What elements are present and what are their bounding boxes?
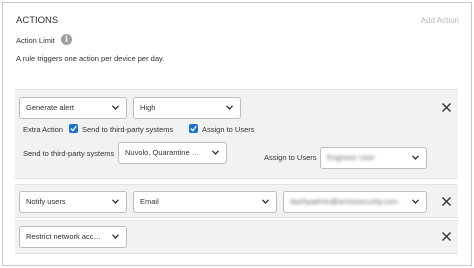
info-icon[interactable]: i: [61, 34, 72, 45]
checkmark-icon: [70, 125, 77, 132]
action-type-value: Generate alert: [26, 103, 74, 112]
add-action-link[interactable]: Add Action: [421, 16, 459, 25]
chevron-down-icon: [112, 199, 119, 204]
chevron-down-icon: [226, 105, 233, 110]
third-party-field-label: Send to third-party systems: [23, 149, 115, 158]
close-icon[interactable]: [441, 196, 452, 207]
notify-channel-value: Email: [140, 197, 159, 206]
action-type-select[interactable]: Notify users: [19, 191, 127, 213]
notify-channel-select[interactable]: Email: [133, 191, 277, 213]
assign-users-field-label: Assign to Users: [264, 153, 317, 162]
section-title: ACTIONS: [16, 15, 59, 26]
chevron-down-icon: [412, 155, 419, 160]
checkmark-icon: [190, 125, 197, 132]
action-type-value: Notify users: [26, 197, 66, 206]
severity-select[interactable]: High: [133, 97, 241, 119]
severity-value: High: [140, 103, 156, 112]
action-limit-description: A rule triggers one action per device pe…: [16, 54, 165, 63]
action-row-generate-alert: Generate alert High Extra Action Send to…: [15, 89, 458, 179]
assign-users-value: Engineer User: [327, 153, 375, 162]
action-limit-label: Action Limit: [16, 36, 55, 45]
assign-users-select[interactable]: Engineer User: [320, 147, 427, 169]
chevron-down-icon: [112, 105, 119, 110]
third-party-value: Nuvolo, Quarantine via ...: [125, 148, 202, 157]
chevron-down-icon: [412, 199, 419, 204]
close-icon[interactable]: [441, 231, 452, 242]
action-type-select[interactable]: Restrict network access: [19, 226, 127, 248]
send-third-party-checkbox[interactable]: [69, 124, 78, 133]
notify-recipient-select[interactable]: dashyadmin@armissecurity.com: [283, 191, 427, 213]
extra-action-label: Extra Action: [23, 125, 64, 134]
close-icon[interactable]: [441, 102, 452, 113]
assign-users-checkbox[interactable]: [189, 124, 198, 133]
action-row-restrict-network: Restrict network access: [15, 220, 458, 254]
chevron-down-icon: [112, 234, 119, 239]
chevron-down-icon: [212, 150, 219, 155]
action-type-value: Restrict network access: [26, 232, 102, 241]
action-row-notify-users: Notify users Email dashyadmin@armissecur…: [15, 184, 458, 218]
notify-recipient-value: dashyadmin@armissecurity.com: [290, 197, 398, 206]
send-third-party-checkbox-label[interactable]: Send to third-party systems: [82, 125, 173, 134]
assign-users-checkbox-label[interactable]: Assign to Users: [202, 125, 255, 134]
action-type-select[interactable]: Generate alert: [19, 97, 127, 119]
chevron-down-icon: [262, 199, 269, 204]
third-party-select[interactable]: Nuvolo, Quarantine via ...: [118, 142, 227, 164]
